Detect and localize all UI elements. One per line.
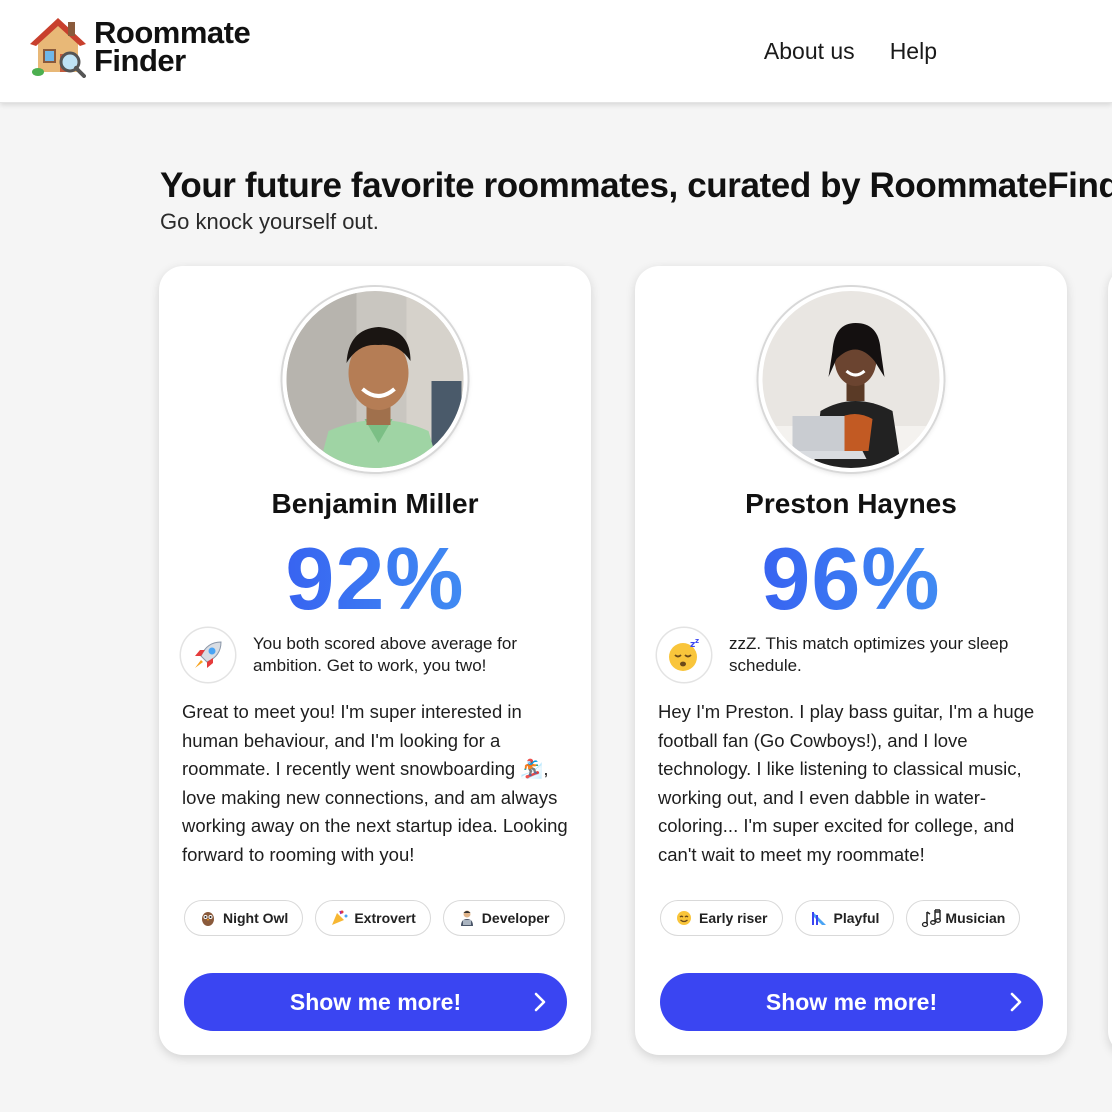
- tag-label: Night Owl: [223, 910, 289, 926]
- chevron-right-icon: [1009, 991, 1023, 1013]
- page-title: Your future favorite roommates, curated …: [160, 166, 1112, 205]
- match-reason: z z zzZ. This match optimizes your sleep…: [657, 628, 1047, 682]
- tag-label: Playful: [833, 910, 880, 926]
- tag-musician: Musician: [906, 900, 1021, 936]
- tag-playful: Playful: [794, 900, 895, 936]
- owl-icon: [199, 909, 217, 927]
- roommate-card-partial: [1108, 266, 1112, 1055]
- tag-label: Early riser: [699, 910, 768, 926]
- nav-links: About us Help: [764, 38, 937, 65]
- show-more-label: Show me more!: [289, 988, 462, 1015]
- show-more-button[interactable]: Show me more!: [660, 973, 1043, 1031]
- match-reason: You both scored above average for ambiti…: [181, 628, 571, 682]
- trait-tags: Early riser Playful Musician: [660, 900, 1043, 936]
- roommate-bio: Great to meet you! I'm super interested …: [182, 701, 568, 865]
- sleeping-face-icon: z z: [657, 628, 711, 682]
- tag-night-owl: Night Owl: [184, 900, 304, 936]
- tag-developer: Developer: [442, 900, 565, 936]
- top-nav-bar: Roommate Finder About us Help: [0, 0, 1112, 103]
- logo-link[interactable]: Roommate Finder: [30, 16, 251, 78]
- house-logo-icon: [30, 16, 86, 78]
- roommate-name: Preston Haynes: [745, 488, 957, 519]
- roommate-bio: Hey I'm Preston. I play bass guitar, I'm…: [658, 701, 1035, 865]
- tag-early-riser: Early riser: [660, 900, 783, 936]
- tag-extrovert: Extrovert: [315, 900, 431, 936]
- logo-text: Roommate Finder: [94, 17, 251, 78]
- viewport: Roommate Finder About us Help Your futur…: [0, 0, 1112, 1112]
- show-more-label: Show me more!: [765, 988, 938, 1015]
- match-percentage: 92%: [159, 528, 591, 630]
- roommate-card: Preston Haynes 96% z z zzZ. This match o…: [635, 266, 1067, 1055]
- tag-label: Extrovert: [354, 910, 416, 926]
- logo-line-2: Finder: [94, 43, 186, 78]
- match-percentage: 96%: [635, 528, 1067, 630]
- nav-about-us[interactable]: About us: [764, 38, 855, 65]
- chevron-right-icon: [533, 991, 547, 1013]
- music-notes-icon: [921, 909, 942, 928]
- page-subtitle: Go knock yourself out.: [160, 209, 379, 234]
- tag-label: Musician: [945, 910, 1006, 926]
- developer-icon: [458, 909, 476, 927]
- nav-help[interactable]: Help: [890, 38, 937, 65]
- roommate-card: Benjamin Miller 92% You both scored abov…: [159, 266, 591, 1055]
- svg-text:z: z: [695, 637, 699, 645]
- rocket-icon: [181, 628, 235, 682]
- avatar: [282, 287, 468, 472]
- party-popper-icon: [330, 909, 348, 927]
- roommate-name: Benjamin Miller: [271, 488, 479, 519]
- match-reason-text: You both scored above average for ambiti…: [253, 634, 518, 675]
- show-more-button[interactable]: Show me more!: [184, 973, 567, 1031]
- trait-tags: Night Owl Extrovert Developer: [184, 900, 567, 936]
- smiley-icon: [675, 909, 693, 927]
- match-reason-text: zzZ. This match optimizes your sleep sch…: [729, 634, 1009, 675]
- avatar: [758, 287, 944, 472]
- tag-label: Developer: [481, 910, 550, 926]
- slide-icon: [810, 909, 828, 927]
